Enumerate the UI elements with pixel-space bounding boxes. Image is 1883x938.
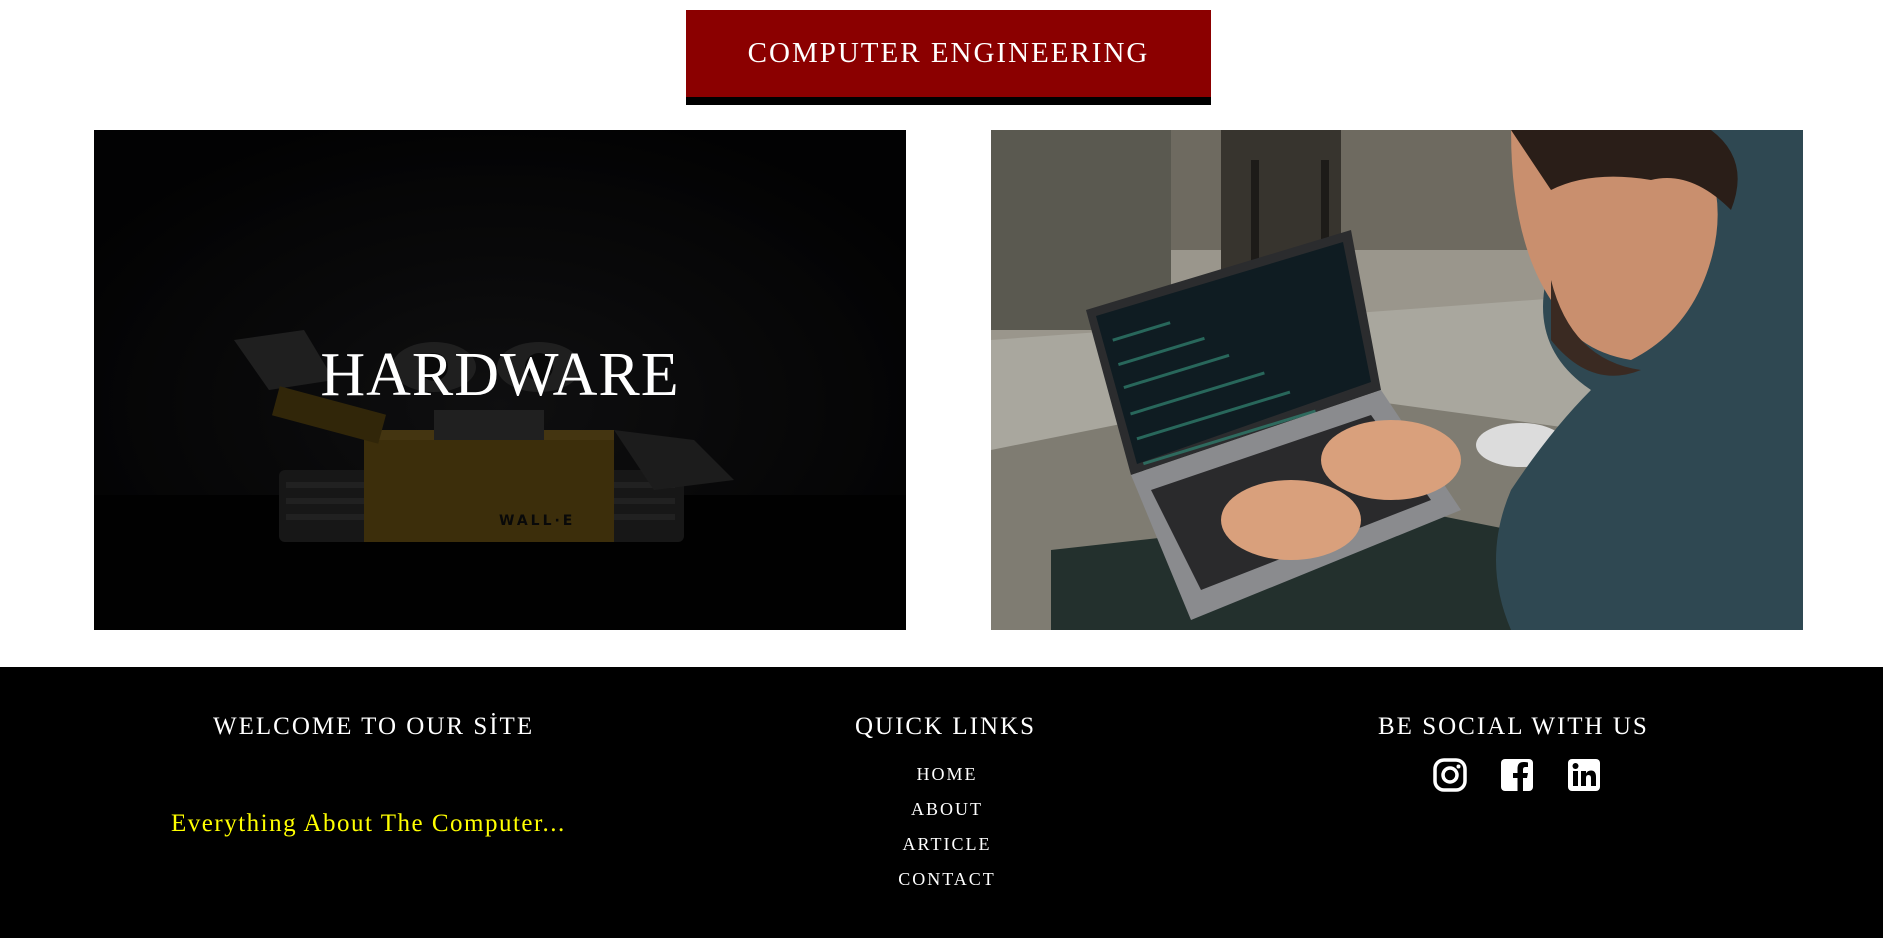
link-home[interactable]: HOME (917, 764, 978, 784)
social-links (1432, 757, 1602, 793)
social-heading: BE SOCIAL WITH US (1378, 713, 1649, 740)
link-article[interactable]: ARTICLE (903, 834, 992, 854)
link-about[interactable]: ABOUT (911, 799, 983, 819)
person-coding-laptop-photo (991, 130, 1803, 630)
page-title-banner: COMPUTER ENGINEERING (686, 10, 1211, 105)
hardware-label: HARDWARE (320, 341, 680, 409)
instagram-icon[interactable] (1432, 757, 1468, 793)
page-title: COMPUTER ENGINEERING (747, 37, 1150, 69)
list-item: ARTICLE (847, 832, 1047, 867)
hardware-card[interactable]: WALL·E HARDWARE (94, 130, 906, 630)
quick-links-list: HOME ABOUT ARTICLE CONTACT (847, 762, 1047, 902)
tagline: Everything About The Computer... (171, 810, 566, 837)
list-item: ABOUT (847, 797, 1047, 832)
link-contact[interactable]: CONTACT (898, 869, 996, 889)
site-footer: WELCOME TO OUR SİTE Everything About The… (0, 667, 1883, 938)
linkedin-icon[interactable] (1566, 757, 1602, 793)
software-card[interactable] (991, 130, 1803, 630)
welcome-heading: WELCOME TO OUR SİTE (213, 713, 535, 740)
facebook-icon[interactable] (1499, 757, 1535, 793)
list-item: HOME (847, 762, 1047, 797)
list-item: CONTACT (847, 867, 1047, 902)
quick-links-heading: QUICK LINKS (855, 713, 1037, 740)
